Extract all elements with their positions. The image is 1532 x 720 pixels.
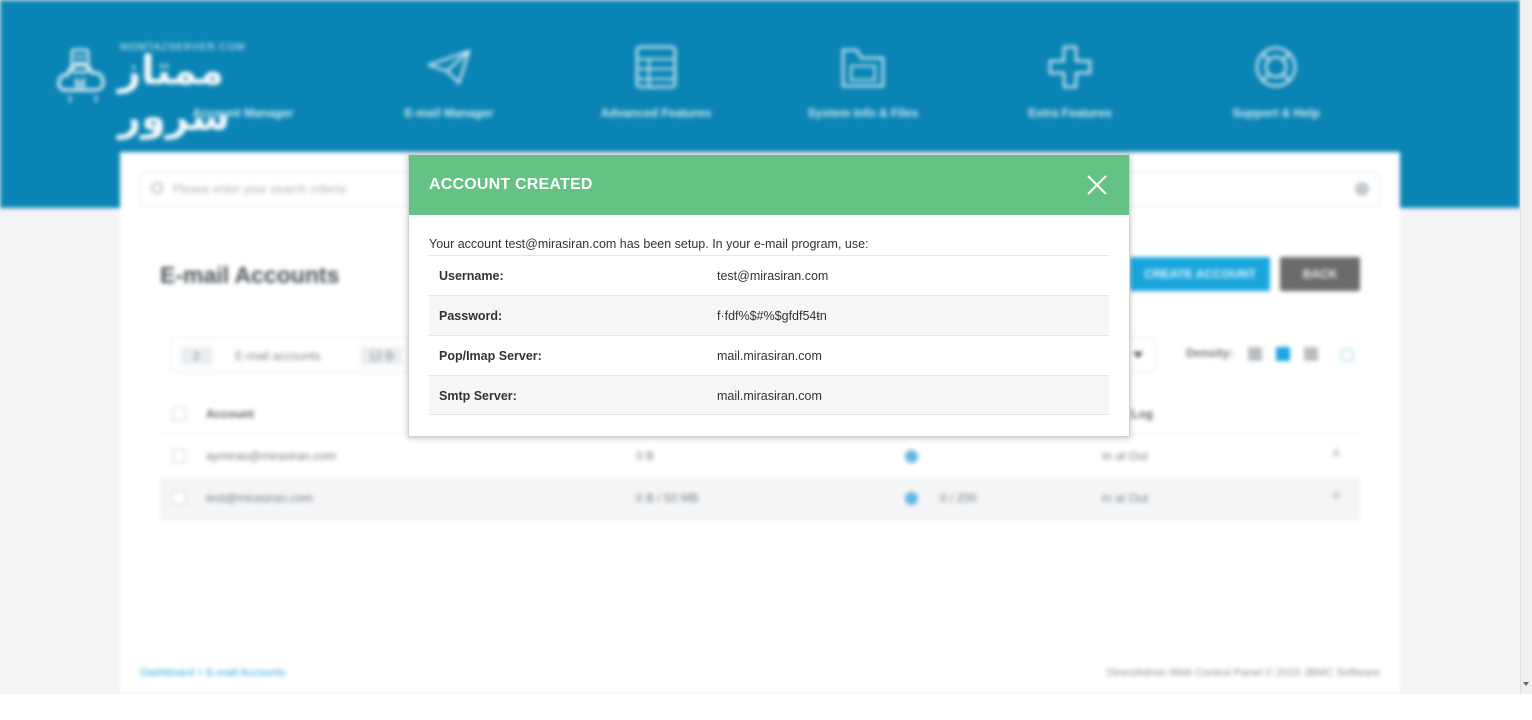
account-created-modal: ACCOUNT CREATED Your account test@mirasi… — [408, 154, 1130, 437]
credential-label: Smtp Server: — [439, 389, 517, 403]
expand-icon[interactable]: + — [1330, 485, 1342, 508]
credential-value: mail.mirasiran.com — [717, 389, 822, 403]
density-compact[interactable] — [1248, 347, 1262, 361]
credential-label: Pop/Imap Server: — [439, 349, 542, 363]
list-icon — [633, 44, 679, 90]
settings-icon[interactable] — [1340, 348, 1354, 362]
nav-label: Advanced Features — [600, 106, 712, 120]
row-usage: 0 B — [636, 449, 655, 463]
folder-icon — [840, 44, 886, 90]
credential-label: Username: — [439, 269, 504, 283]
page-title: E-mail Accounts — [160, 262, 340, 288]
modal-header: ACCOUNT CREATED — [409, 155, 1129, 215]
density-label: Density: — [1186, 346, 1234, 360]
bottom-strip — [0, 694, 1532, 720]
credential-value: f·fdf%$#%$gfdf54ŧn — [717, 309, 827, 323]
credential-label: Password: — [439, 309, 503, 323]
nav-extra-features[interactable]: Extra Features — [985, 44, 1155, 120]
credential-row-password: Password: f·fdf%$#%$gfdf54ŧn — [429, 295, 1109, 335]
row-checkbox[interactable] — [172, 491, 186, 505]
credential-value: test@mirasiran.com — [717, 269, 829, 283]
credential-row-pop-imap: Pop/Imap Server: mail.mirasiran.com — [429, 335, 1109, 375]
create-account-button[interactable]: CREATE ACCOUNT — [1130, 257, 1270, 291]
cloud-server-icon: M — [57, 48, 105, 102]
table-row[interactable]: aymirao@mirasiran.com 0 B In at Out + — [160, 435, 1360, 478]
total-size: 12 B — [361, 347, 402, 365]
row-usage: 0 B / 50 MB — [636, 491, 699, 505]
status-dot-icon — [905, 492, 918, 505]
modal-title: ACCOUNT CREATED — [429, 176, 593, 193]
nav-system-info[interactable]: System Info & Files — [778, 44, 948, 120]
scrollbar[interactable] — [1520, 0, 1532, 694]
row-checkbox[interactable] — [172, 449, 186, 463]
nav-advanced-features[interactable]: Advanced Features — [571, 44, 741, 120]
nav-label: E-mail Manager — [404, 106, 494, 120]
close-icon[interactable] — [1085, 173, 1109, 197]
chevron-down-icon — [1133, 352, 1143, 358]
nav-label: System Info & Files — [807, 106, 919, 120]
row-log[interactable]: In at Out — [1102, 491, 1148, 505]
row-account[interactable]: aymirao@mirasiran.com — [206, 449, 336, 463]
lifebuoy-icon — [1253, 44, 1299, 90]
row-account[interactable]: test@mirasiran.com — [206, 491, 313, 505]
nav-support-help[interactable]: Support & Help — [1191, 44, 1361, 120]
nav-email-manager[interactable]: E-mail Manager — [364, 44, 534, 120]
account-stats: 2 E-mail accounts 12 B — [170, 338, 410, 372]
credential-row-username: Username: test@mirasiran.com — [429, 255, 1109, 295]
credential-row-smtp: Smtp Server: mail.mirasiran.com — [429, 375, 1109, 415]
table-row[interactable]: test@mirasiran.com 0 B / 50 MB 0 / 200 I… — [160, 477, 1360, 520]
row-sent: 0 / 200 — [940, 491, 977, 505]
select-all-checkbox[interactable] — [172, 407, 186, 421]
back-button[interactable]: BACK — [1280, 257, 1360, 291]
column-account[interactable]: Account — [206, 407, 254, 421]
row-log[interactable]: In at Out — [1102, 449, 1148, 463]
copyright: DirectAdmin Web Control Panel © 2019 JBM… — [1106, 667, 1380, 679]
svg-text:M: M — [74, 75, 86, 91]
credentials-table: Username: test@mirasiran.com Password: f… — [429, 255, 1109, 415]
account-count-label: E-mail accounts — [235, 349, 321, 363]
modal-message: Your account test@mirasiran.com has been… — [429, 237, 869, 251]
nav-label: Extra Features — [1028, 106, 1112, 120]
clear-icon[interactable] — [1355, 182, 1369, 196]
density-wide[interactable] — [1304, 347, 1318, 361]
status-dot-icon — [905, 450, 918, 463]
account-count: 2 — [181, 347, 212, 365]
credential-value: mail.mirasiran.com — [717, 349, 822, 363]
scroll-down-icon[interactable] — [1523, 682, 1529, 686]
nav-label: Support & Help — [1232, 106, 1320, 120]
search-placeholder: Please enter your search criteria — [173, 182, 346, 196]
density-normal[interactable] — [1276, 347, 1290, 361]
paper-plane-icon — [426, 44, 472, 90]
search-icon — [151, 182, 163, 194]
nav-label: Account Manager — [192, 106, 294, 120]
nav-account-manager[interactable]: Account Manager — [158, 44, 328, 120]
breadcrumb[interactable]: Dashboard > E-mail Accounts — [140, 667, 285, 679]
plus-icon — [1047, 44, 1093, 90]
expand-icon[interactable]: + — [1330, 443, 1342, 466]
